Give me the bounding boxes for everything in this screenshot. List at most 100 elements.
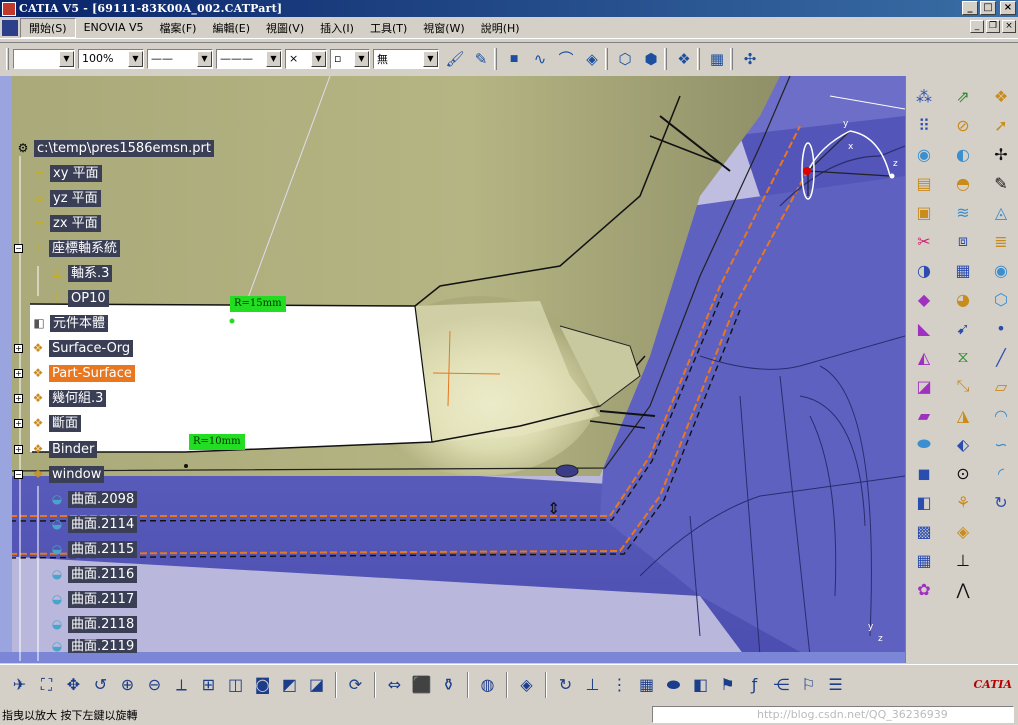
expand-icon[interactable]: + <box>14 444 23 454</box>
measure-item-icon[interactable]: ⬛ <box>408 671 435 699</box>
tree-node-surface-2098[interactable]: ◒ 曲面.2098 <box>48 489 138 509</box>
iso-view-icon[interactable]: ◫ <box>222 671 249 699</box>
tree-node-binder[interactable]: + ❖ Binder <box>14 439 98 459</box>
curve-icon[interactable]: ∽ <box>988 431 1014 457</box>
cylinder-icon[interactable]: ⬬ <box>911 431 937 457</box>
iso-view-icon[interactable]: ⬢ <box>638 47 664 71</box>
trim-icon[interactable]: ✂ <box>911 228 937 254</box>
part-design-icon[interactable]: ❖ <box>988 83 1014 109</box>
tree-node-axis-systems[interactable]: − ⊥ 座標軸系統 <box>14 238 121 258</box>
chevron-down-icon[interactable]: ▼ <box>266 50 281 67</box>
tree-node-yz-plane[interactable]: ▱ yz 平面 <box>30 188 101 208</box>
blend-icon[interactable]: ✿ <box>911 576 937 602</box>
sphere-icon[interactable]: ◉ <box>988 257 1014 283</box>
doc-restore-button[interactable]: ❐ <box>986 20 1000 33</box>
toolbar-grip[interactable] <box>697 47 700 70</box>
multi-view-icon[interactable]: ⊞ <box>195 671 222 699</box>
knowledge-icon[interactable]: ⚑ <box>714 671 741 699</box>
catia-app-icon[interactable] <box>2 1 16 16</box>
wave-icon[interactable]: ≋ <box>950 199 976 225</box>
cube-icon[interactable]: ◼ <box>911 460 937 486</box>
color-combo[interactable]: ▼ <box>13 48 75 69</box>
shading-icon[interactable]: ◙ <box>249 671 276 699</box>
layer-combo[interactable]: ▫ ▼ <box>330 48 370 69</box>
sketch-icon[interactable]: ✎ <box>988 170 1014 196</box>
menu-insert[interactable]: 插入(I) <box>312 19 362 37</box>
axis-icon[interactable]: ⊥ <box>950 547 976 573</box>
menu-view[interactable]: 視圖(V) <box>258 19 312 37</box>
chevron-down-icon[interactable]: ▼ <box>197 50 212 67</box>
snap-icon[interactable]: ✢ <box>988 141 1014 167</box>
tools-tree-icon[interactable]: ⋲ <box>768 671 795 699</box>
normal-view-icon[interactable]: ⟂ <box>168 671 195 699</box>
tree-node-axis-3[interactable]: ⊥ 軸系.3 <box>48 263 113 283</box>
pan-icon[interactable]: ✥ <box>60 671 87 699</box>
mirror-icon[interactable]: ⧖ <box>950 344 976 370</box>
grid-icon[interactable]: ▦ <box>633 671 660 699</box>
tree-node-zx-plane[interactable]: ▱ zx 平面 <box>30 213 101 233</box>
toolbar-grip[interactable] <box>730 47 733 70</box>
surface-pink-icon[interactable]: ◆ <box>911 286 937 312</box>
grid-points-icon[interactable]: ⠿ <box>911 112 937 138</box>
formula-icon[interactable]: ƒ <box>741 671 768 699</box>
publish-icon[interactable]: ⚐ <box>795 671 822 699</box>
rotate-view-icon[interactable]: ↺ <box>87 671 114 699</box>
doc-minimize-button[interactable]: _ <box>970 20 984 33</box>
toolbar-grip[interactable] <box>664 47 667 70</box>
painter-icon[interactable]: 🖌 <box>442 47 468 71</box>
toolbar-grip[interactable] <box>605 47 608 70</box>
pattern-icon[interactable]: ⧈ <box>950 228 976 254</box>
tree-node-window[interactable]: − ❖ window <box>14 464 105 484</box>
hide-show-icon[interactable]: ◩ <box>276 671 303 699</box>
chevron-down-icon[interactable]: ▼ <box>354 50 369 67</box>
circle-icon[interactable]: ◜ <box>988 460 1014 486</box>
doc-close-button[interactable]: × <box>1002 20 1016 33</box>
fit-all-icon[interactable]: ⛶ <box>33 671 60 699</box>
measure-icon[interactable]: ✣ <box>737 47 763 71</box>
point-icon[interactable]: ■ <box>501 47 527 71</box>
sweep-icon[interactable]: ◪ <box>911 373 937 399</box>
eraser-icon[interactable]: ◈ <box>579 47 605 71</box>
line-type-combo[interactable]: ——— ▼ <box>216 48 282 69</box>
maximize-button[interactable]: □ <box>980 1 996 15</box>
point-icon[interactable]: ⁂ <box>911 83 937 109</box>
tree-node-surface-2115[interactable]: ◒ 曲面.2115 <box>48 539 138 559</box>
toolbar-grip[interactable] <box>6 47 9 70</box>
tree-node-surface-2118[interactable]: ◒ 曲面.2118 <box>48 614 138 634</box>
offset-icon[interactable]: ⊘ <box>950 112 976 138</box>
apply-material-icon[interactable]: ◈ <box>513 671 540 699</box>
point-symbol-combo[interactable]: × ▼ <box>285 48 327 69</box>
tree-node-section[interactable]: + ❖ 斷面 <box>14 413 82 433</box>
hole-icon[interactable]: ⊙ <box>950 460 976 486</box>
menu-tools[interactable]: 工具(T) <box>362 19 415 37</box>
axis-compass-icon[interactable]: ⊥ <box>579 671 606 699</box>
tree-node-part-body[interactable]: ◧ 元件本體 <box>30 313 109 333</box>
stack-icon[interactable]: ▤ <box>911 170 937 196</box>
tree-node-geometry-set-3[interactable]: + ❖ 幾何組.3 <box>14 388 107 408</box>
cylinder-icon[interactable]: ⬬ <box>660 671 687 699</box>
zoom-out-icon[interactable]: ⊖ <box>141 671 168 699</box>
box-icon[interactable]: ◧ <box>687 671 714 699</box>
dot-icon[interactable]: • <box>988 315 1014 341</box>
collapse-icon[interactable]: − <box>14 243 23 253</box>
tree-node-op10[interactable]: ⊥ OP10 <box>48 288 109 308</box>
radius-annotation-15[interactable]: R=15mm <box>230 296 286 312</box>
rendering-combo[interactable]: 無 ▼ <box>373 48 439 69</box>
law-icon[interactable]: ⋀ <box>950 576 976 602</box>
expand-icon[interactable]: + <box>14 418 23 428</box>
scale-icon[interactable]: ⤡ <box>950 373 976 399</box>
update-icon[interactable]: ⟳ <box>342 671 369 699</box>
expand-icon[interactable]: + <box>14 343 23 353</box>
tree-node-surface-2114[interactable]: ◒ 曲面.2114 <box>48 514 138 534</box>
tree-node-surface-2116[interactable]: ◒ 曲面.2116 <box>48 564 138 584</box>
rib-icon[interactable]: ⚘ <box>950 489 976 515</box>
spline-icon[interactable]: ∿ <box>527 47 553 71</box>
vertical-scrollbar[interactable] <box>0 76 12 661</box>
join-icon[interactable]: ◉ <box>911 141 937 167</box>
menu-edit[interactable]: 編輯(E) <box>204 19 258 37</box>
line-icon[interactable]: ╱ <box>988 344 1014 370</box>
slot-icon[interactable]: ◈ <box>950 518 976 544</box>
shell-icon[interactable]: ◧ <box>911 489 937 515</box>
split-icon[interactable]: ◑ <box>911 257 937 283</box>
layer-stack-icon[interactable]: ≣ <box>988 228 1014 254</box>
